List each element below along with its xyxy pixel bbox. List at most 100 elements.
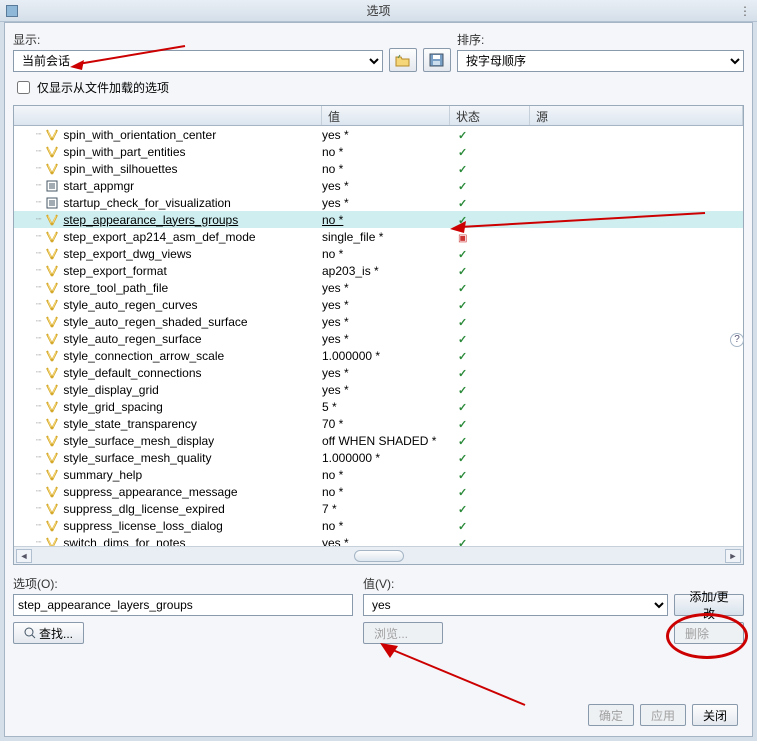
lightning-icon: [45, 468, 59, 482]
table-row[interactable]: ┈step_export_ap214_asm_def_modesingle_fi…: [14, 228, 743, 245]
option-value: no *: [322, 485, 450, 499]
option-status: ✓: [450, 434, 530, 448]
option-status: ✓: [450, 383, 530, 397]
value-select[interactable]: yes: [363, 594, 668, 616]
col-name[interactable]: [14, 106, 322, 125]
option-name: startup_check_for_visualization: [63, 196, 230, 210]
option-status: ✓: [450, 349, 530, 363]
table-row[interactable]: ┈switch_dims_for_notesyes *✓: [14, 534, 743, 546]
close-button[interactable]: 关闭: [692, 704, 738, 726]
option-value: no *: [322, 468, 450, 482]
option-value: 70 *: [322, 417, 450, 431]
table-row[interactable]: ┈style_grid_spacing5 *✓: [14, 398, 743, 415]
option-value: no *: [322, 213, 450, 227]
table-row[interactable]: ┈startup_check_for_visualizationyes *✓: [14, 194, 743, 211]
option-name: suppress_dlg_license_expired: [63, 502, 224, 516]
table-row[interactable]: ┈step_appearance_layers_groupsno *✓: [14, 211, 743, 228]
open-file-button[interactable]: [389, 48, 417, 72]
lightning-icon: [45, 332, 59, 346]
display-select[interactable]: 当前会话: [13, 50, 383, 72]
lightning-icon: [45, 264, 59, 278]
help-icon[interactable]: ?: [730, 333, 744, 347]
table-row[interactable]: ┈style_state_transparency70 *✓: [14, 415, 743, 432]
save-file-button[interactable]: [423, 48, 451, 72]
option-name: style_auto_regen_surface: [63, 332, 201, 346]
option-status: ✓: [450, 264, 530, 278]
option-status: ✓: [450, 366, 530, 380]
option-status: ✓: [450, 485, 530, 499]
option-status: ✓: [450, 281, 530, 295]
option-value: yes *: [322, 332, 450, 346]
table-row[interactable]: ┈style_default_connectionsyes *✓: [14, 364, 743, 381]
option-value: off WHEN SHADED *: [322, 434, 450, 448]
option-status: ✓: [450, 162, 530, 176]
table-row[interactable]: ┈summary_helpno *✓: [14, 466, 743, 483]
table-row[interactable]: ┈spin_with_part_entitiesno *✓: [14, 143, 743, 160]
lightning-icon: [45, 434, 59, 448]
table-row[interactable]: ┈style_auto_regen_surfaceyes *✓: [14, 330, 743, 347]
lightning-icon: [45, 383, 59, 397]
add-change-button[interactable]: 添加/更改: [674, 594, 744, 616]
option-name: step_export_format: [63, 264, 166, 278]
option-status: ✓: [450, 417, 530, 431]
option-value: 5 *: [322, 400, 450, 414]
only-from-file-input[interactable]: [17, 81, 30, 94]
sort-select[interactable]: 按字母顺序: [457, 50, 744, 72]
search-icon: [24, 627, 36, 639]
col-value[interactable]: 值: [322, 106, 450, 125]
option-value: yes *: [322, 281, 450, 295]
option-value: yes *: [322, 298, 450, 312]
table-row[interactable]: ┈style_surface_mesh_displayoff WHEN SHAD…: [14, 432, 743, 449]
option-status: ✓: [450, 400, 530, 414]
col-status[interactable]: 状态: [450, 106, 530, 125]
table-row[interactable]: ┈style_auto_regen_curvesyes *✓: [14, 296, 743, 313]
option-value: no *: [322, 162, 450, 176]
table-row[interactable]: ┈suppress_license_loss_dialogno *✓: [14, 517, 743, 534]
scroll-thumb[interactable]: [354, 550, 404, 562]
table-row[interactable]: ┈step_export_formatap203_is *✓: [14, 262, 743, 279]
table-row[interactable]: ┈style_surface_mesh_quality1.000000 *✓: [14, 449, 743, 466]
option-status: ✓: [450, 468, 530, 482]
display-label: 显示:: [13, 31, 383, 48]
option-input[interactable]: [13, 594, 353, 616]
option-value: no *: [322, 519, 450, 533]
option-value: 1.000000 *: [322, 349, 450, 363]
option-value: yes *: [322, 196, 450, 210]
option-value: 1.000000 *: [322, 451, 450, 465]
table-row[interactable]: ┈store_tool_path_fileyes *✓: [14, 279, 743, 296]
option-name: step_appearance_layers_groups: [63, 213, 238, 227]
table-row[interactable]: ┈step_export_dwg_viewsno *✓: [14, 245, 743, 262]
table-row[interactable]: ┈start_appmgryes *✓: [14, 177, 743, 194]
option-value: yes *: [322, 536, 450, 547]
table-row[interactable]: ┈suppress_dlg_license_expired7 *✓: [14, 500, 743, 517]
table-row[interactable]: ┈spin_with_orientation_centeryes *✓: [14, 126, 743, 143]
option-name: style_display_grid: [63, 383, 158, 397]
horizontal-scrollbar[interactable]: ◄ ►: [14, 546, 743, 564]
scroll-right-icon[interactable]: ►: [725, 549, 741, 563]
window-menu-icon[interactable]: ⋮: [739, 4, 751, 18]
option-value: single_file *: [322, 230, 450, 244]
table-row[interactable]: ┈spin_with_silhouettesno *✓: [14, 160, 743, 177]
option-name: style_state_transparency: [63, 417, 196, 431]
option-value: yes *: [322, 383, 450, 397]
lightning-icon: [45, 349, 59, 363]
option-name: style_auto_regen_shaded_surface: [63, 315, 247, 329]
lightning-icon: [45, 281, 59, 295]
option-name: store_tool_path_file: [63, 281, 168, 295]
col-source[interactable]: 源: [530, 106, 743, 125]
scroll-left-icon[interactable]: ◄: [16, 549, 32, 563]
option-status: ✓: [450, 536, 530, 547]
lightning-icon: [45, 417, 59, 431]
option-value: yes *: [322, 366, 450, 380]
lightning-icon: [45, 128, 59, 142]
sort-label: 排序:: [457, 31, 744, 48]
lightning-icon: [45, 298, 59, 312]
option-name: style_grid_spacing: [63, 400, 162, 414]
table-row[interactable]: ┈suppress_appearance_messageno *✓: [14, 483, 743, 500]
table-row[interactable]: ┈style_display_gridyes *✓: [14, 381, 743, 398]
lightning-icon: [45, 519, 59, 533]
table-row[interactable]: ┈style_connection_arrow_scale1.000000 *✓: [14, 347, 743, 364]
table-row[interactable]: ┈style_auto_regen_shaded_surfaceyes *✓: [14, 313, 743, 330]
only-from-file-checkbox[interactable]: 仅显示从文件加载的选项: [13, 78, 744, 97]
find-button[interactable]: 查找...: [13, 622, 84, 644]
